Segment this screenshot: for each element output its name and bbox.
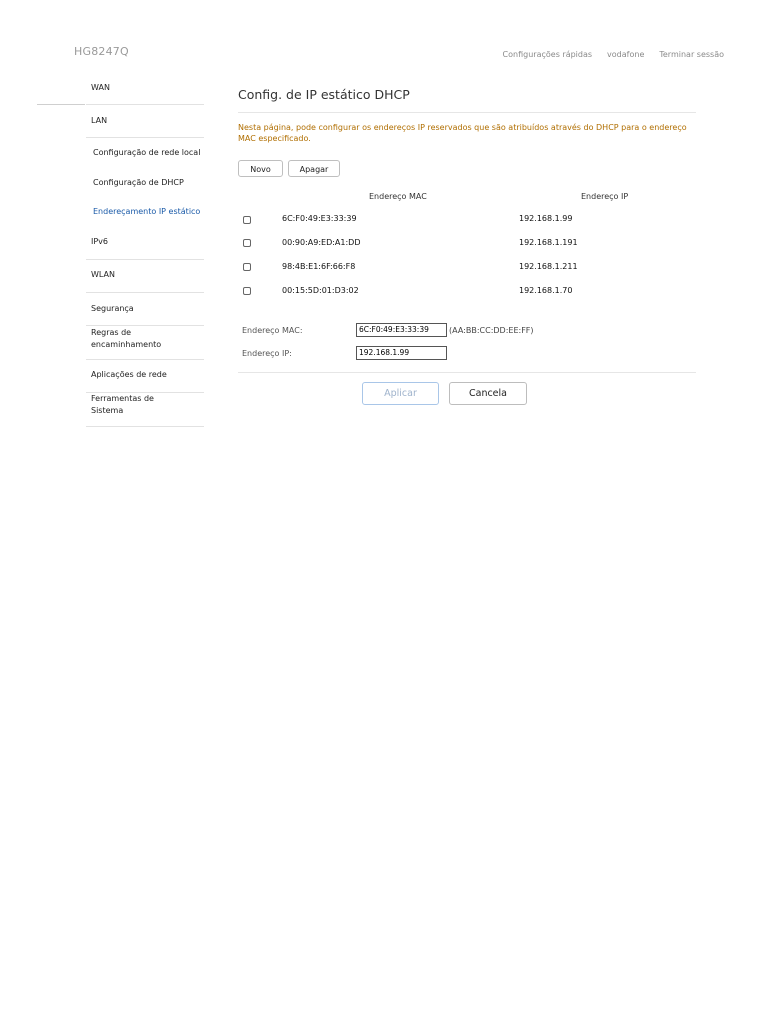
row-ip: 192.168.1.99: [519, 214, 573, 223]
sidebar-item-system-tools[interactable]: Ferramentas de Sistema: [91, 393, 171, 417]
router-config-page: HG8247Q Configurações rápidas vodafone T…: [0, 0, 768, 1024]
title-divider: [238, 112, 696, 113]
operator-link[interactable]: vodafone: [607, 50, 644, 59]
row-ip: 192.168.1.191: [519, 238, 578, 247]
mac-address-label: Endereço MAC:: [242, 326, 303, 335]
sidebar-item-wlan[interactable]: WLAN: [91, 269, 204, 281]
sidebar-item-security[interactable]: Segurança: [91, 303, 204, 315]
sidebar-item-network-apps[interactable]: Aplicações de rede: [91, 369, 204, 381]
new-button[interactable]: Novo: [238, 160, 283, 177]
row-checkbox[interactable]: [243, 287, 251, 295]
sidebar-divider: [86, 359, 204, 360]
mac-address-input[interactable]: 6C:F0:49:E3:33:39: [356, 323, 447, 337]
sidebar-item-wan[interactable]: WAN: [91, 82, 204, 94]
row-ip: 192.168.1.70: [519, 286, 573, 295]
page-description: Nesta página, pode configurar os endereç…: [238, 123, 687, 143]
sidebar-subitem-dhcp-config[interactable]: Configuração de DHCP: [93, 177, 206, 189]
apply-button[interactable]: Aplicar: [362, 382, 439, 405]
ip-address-input[interactable]: 192.168.1.99: [356, 346, 447, 360]
row-checkbox[interactable]: [243, 263, 251, 271]
row-checkbox[interactable]: [243, 216, 251, 224]
page-title: Config. de IP estático DHCP: [238, 87, 410, 102]
row-mac: 00:15:5D:01:D3:02: [282, 286, 359, 295]
row-checkbox[interactable]: [243, 239, 251, 247]
cancel-button[interactable]: Cancela: [449, 382, 527, 405]
sidebar-nav: WAN LAN Configuração de rede local Confi…: [0, 0, 210, 1024]
column-header-mac: Endereço MAC: [369, 192, 427, 201]
row-ip: 192.168.1.211: [519, 262, 578, 271]
row-mac: 00:90:A9:ED:A1:DD: [282, 238, 361, 247]
sidebar-divider: [86, 426, 204, 427]
sidebar-divider: [86, 104, 204, 105]
sidebar-divider: [86, 137, 204, 138]
ip-address-label: Endereço IP:: [242, 349, 292, 358]
logout-link[interactable]: Terminar sessão: [659, 50, 724, 59]
sidebar-subitem-lan-config[interactable]: Configuração de rede local: [93, 147, 206, 159]
sidebar-divider: [86, 259, 204, 260]
quick-settings-link[interactable]: Configurações rápidas: [503, 50, 593, 59]
sidebar-item-ipv6[interactable]: IPv6: [91, 236, 204, 248]
sidebar-item-lan[interactable]: LAN: [91, 115, 204, 127]
sidebar-item-forwarding[interactable]: Regras de encaminhamento: [91, 327, 176, 351]
row-mac: 98:4B:E1:6F:66:F8: [282, 262, 356, 271]
row-mac: 6C:F0:49:E3:33:39: [282, 214, 357, 223]
sidebar-subitem-static-ip[interactable]: Endereçamento IP estático: [93, 206, 206, 218]
mac-format-hint: (AA:BB:CC:DD:EE:FF): [449, 326, 534, 335]
active-section-indicator: [37, 104, 85, 105]
column-header-ip: Endereço IP: [581, 192, 629, 201]
sidebar-divider: [86, 325, 204, 326]
delete-button[interactable]: Apagar: [288, 160, 340, 177]
top-links: Configurações rápidas vodafone Terminar …: [503, 50, 724, 59]
sidebar-divider: [86, 292, 204, 293]
form-divider: [238, 372, 696, 373]
